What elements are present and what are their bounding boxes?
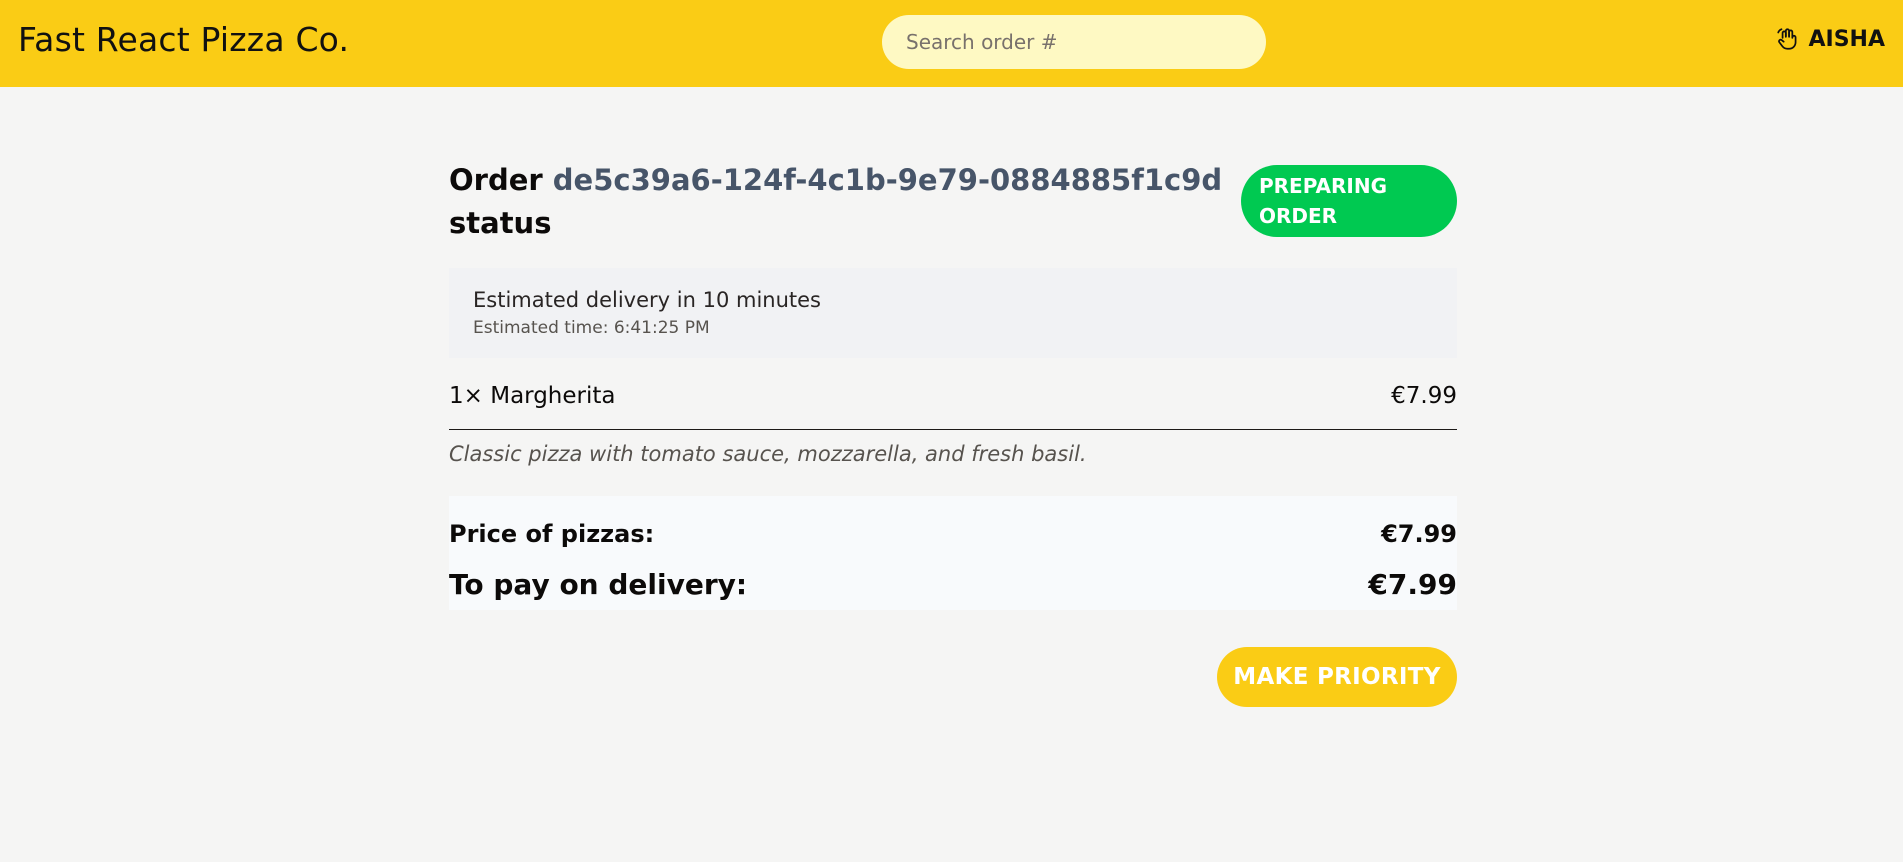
order-title: Order de5c39a6-124f-4c1b-9e79-0884885f1c… [449,159,1229,245]
to-pay-label: To pay on delivery: [449,568,748,601]
item-quantity: 1× [449,383,483,409]
top-bar: Fast React Pizza Co. AISHA [0,0,1903,87]
item-divider [449,429,1457,430]
order-title-prefix: Order [449,163,543,197]
price-of-pizzas-value: €7.99 [1381,520,1457,548]
waving-hand-icon [1775,26,1801,52]
order-id: de5c39a6-124f-4c1b-9e79-0884885f1c9d [552,163,1223,197]
order-header: Order de5c39a6-124f-4c1b-9e79-0884885f1c… [449,159,1457,249]
item-price: €7.99 [1391,383,1457,409]
price-of-pizzas-label: Price of pizzas: [449,520,655,548]
item-description: Classic pizza with tomato sauce, mozzare… [449,442,1087,466]
order-totals: Price of pizzas: €7.99 To pay on deliver… [449,496,1457,610]
to-pay-value: €7.99 [1368,568,1457,601]
status-badge: PREPARING ORDER [1241,165,1457,237]
user-badge: AISHA [1775,26,1886,52]
item-title: Margherita [490,383,616,409]
price-of-pizzas-row: Price of pizzas: €7.99 [449,520,1457,548]
delivery-estimate-box: Estimated delivery in 10 minutes Estimat… [449,268,1457,358]
list-item: 1× Margherita €7.99 [449,375,1457,417]
search-order-input[interactable] [882,15,1266,69]
app-logo[interactable]: Fast React Pizza Co. [18,20,349,59]
make-priority-button[interactable]: MAKE PRIORITY [1217,647,1457,707]
order-title-suffix: status [449,206,552,240]
username: AISHA [1808,26,1886,52]
to-pay-row: To pay on delivery: €7.99 [449,568,1457,601]
delivery-estimate: Estimated delivery in 10 minutes [473,288,821,312]
delivery-time: Estimated time: 6:41:25 PM [473,318,710,338]
item-name: 1× Margherita [449,383,616,409]
